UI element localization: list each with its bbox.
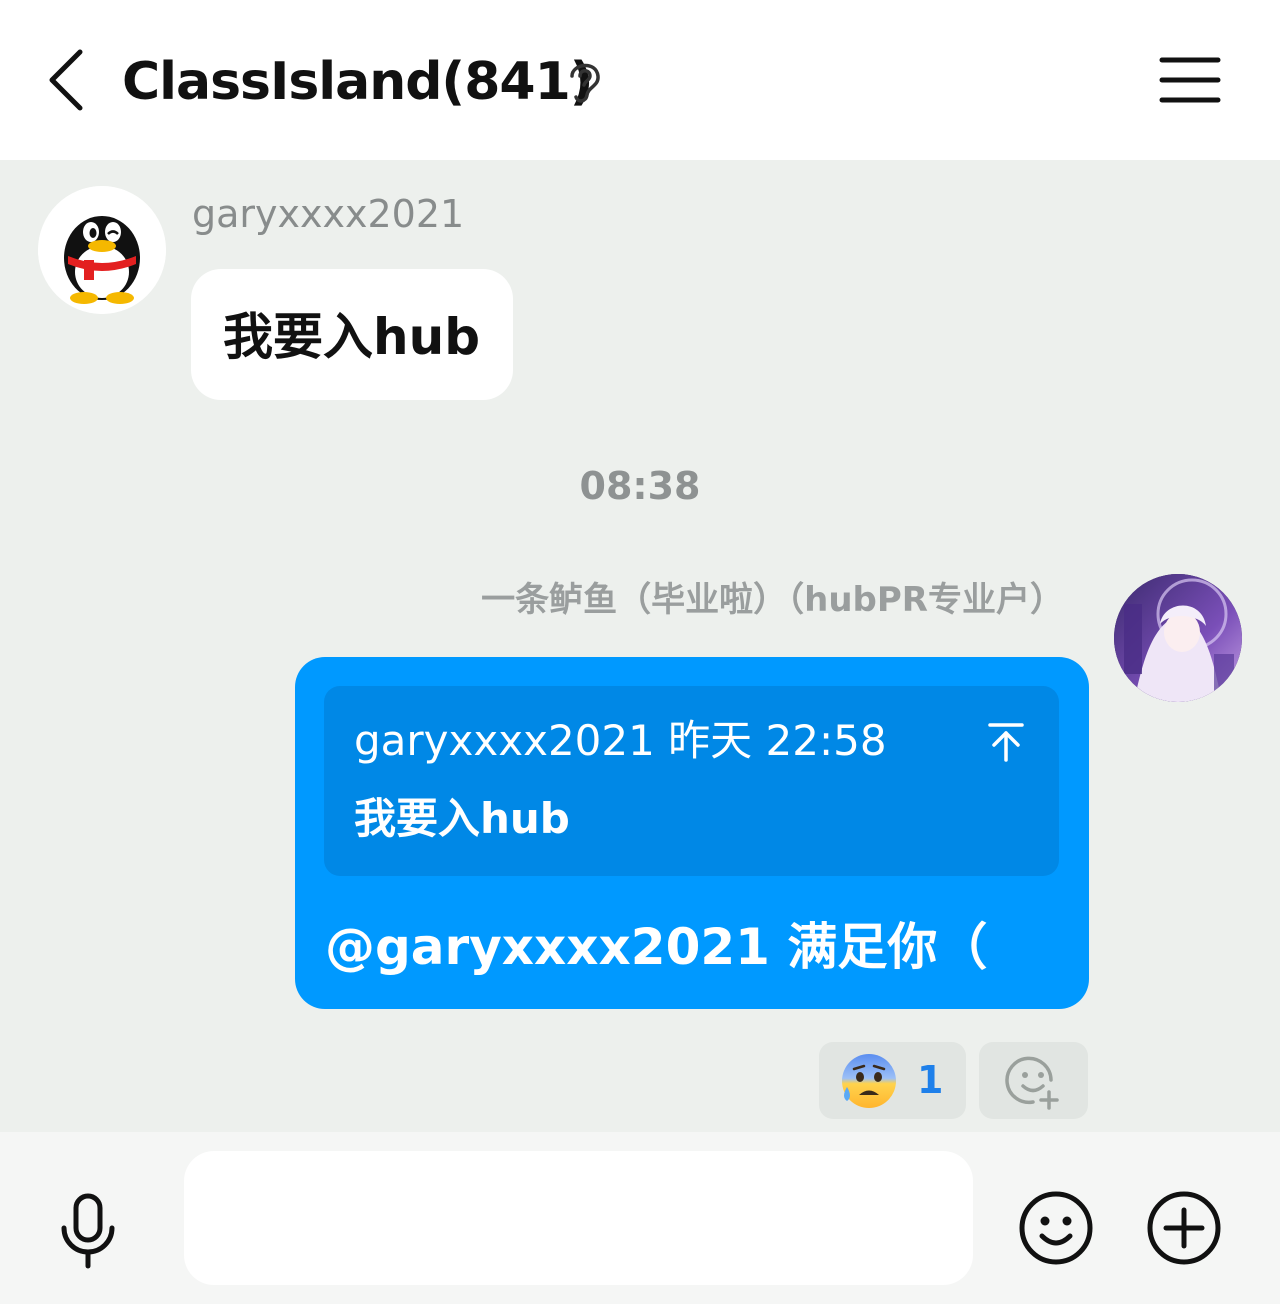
message-text: @garyxxxx2021 满足你（ — [325, 918, 988, 976]
sender-name: 一条鲈鱼（毕业啦）（hubPR专业户） — [481, 580, 1064, 620]
reaction-chip[interactable]: 1 — [819, 1042, 966, 1119]
hamburger-menu-icon — [1159, 57, 1221, 103]
microphone-icon — [61, 1193, 115, 1269]
anime-avatar[interactable] — [1114, 574, 1242, 702]
chat-title[interactable]: ClassIsland(841) — [122, 50, 594, 114]
chevron-left-icon — [49, 49, 83, 111]
message-text: 我要入hub — [223, 308, 480, 366]
more-button[interactable] — [1146, 1190, 1222, 1266]
menu-button[interactable] — [1154, 50, 1226, 110]
quote-header: garyxxxx2021 昨天 22:58 — [354, 716, 887, 765]
message-input[interactable] — [184, 1151, 973, 1285]
quote-text: 我要入hub — [354, 794, 570, 843]
sender-name: garyxxxx2021 — [192, 192, 465, 236]
add-reaction-button[interactable] — [979, 1042, 1088, 1119]
input-bar — [0, 1132, 1280, 1304]
reaction-count: 1 — [917, 1058, 944, 1102]
qq-penguin-avatar[interactable] — [38, 186, 166, 314]
voice-button[interactable] — [56, 1192, 120, 1272]
quoted-message[interactable]: garyxxxx2021 昨天 22:58 我要入hub — [324, 686, 1059, 876]
anxious-face-with-sweat-emoji — [839, 1051, 899, 1111]
add-emoji-icon — [1005, 1056, 1059, 1110]
emoji-button[interactable] — [1018, 1190, 1094, 1266]
ear-icon[interactable] — [562, 56, 606, 106]
jump-to-original-icon[interactable] — [984, 720, 1028, 764]
reply-bubble[interactable]: garyxxxx2021 昨天 22:58 我要入hub @garyxxxx20… — [295, 657, 1089, 1009]
back-button[interactable] — [38, 44, 98, 116]
plus-circle-icon — [1147, 1191, 1221, 1265]
timestamp: 08:38 — [579, 464, 701, 508]
smiley-icon — [1019, 1191, 1093, 1265]
chat-header: ClassIsland(841) — [0, 0, 1280, 160]
message-bubble[interactable]: 我要入hub — [191, 269, 513, 400]
